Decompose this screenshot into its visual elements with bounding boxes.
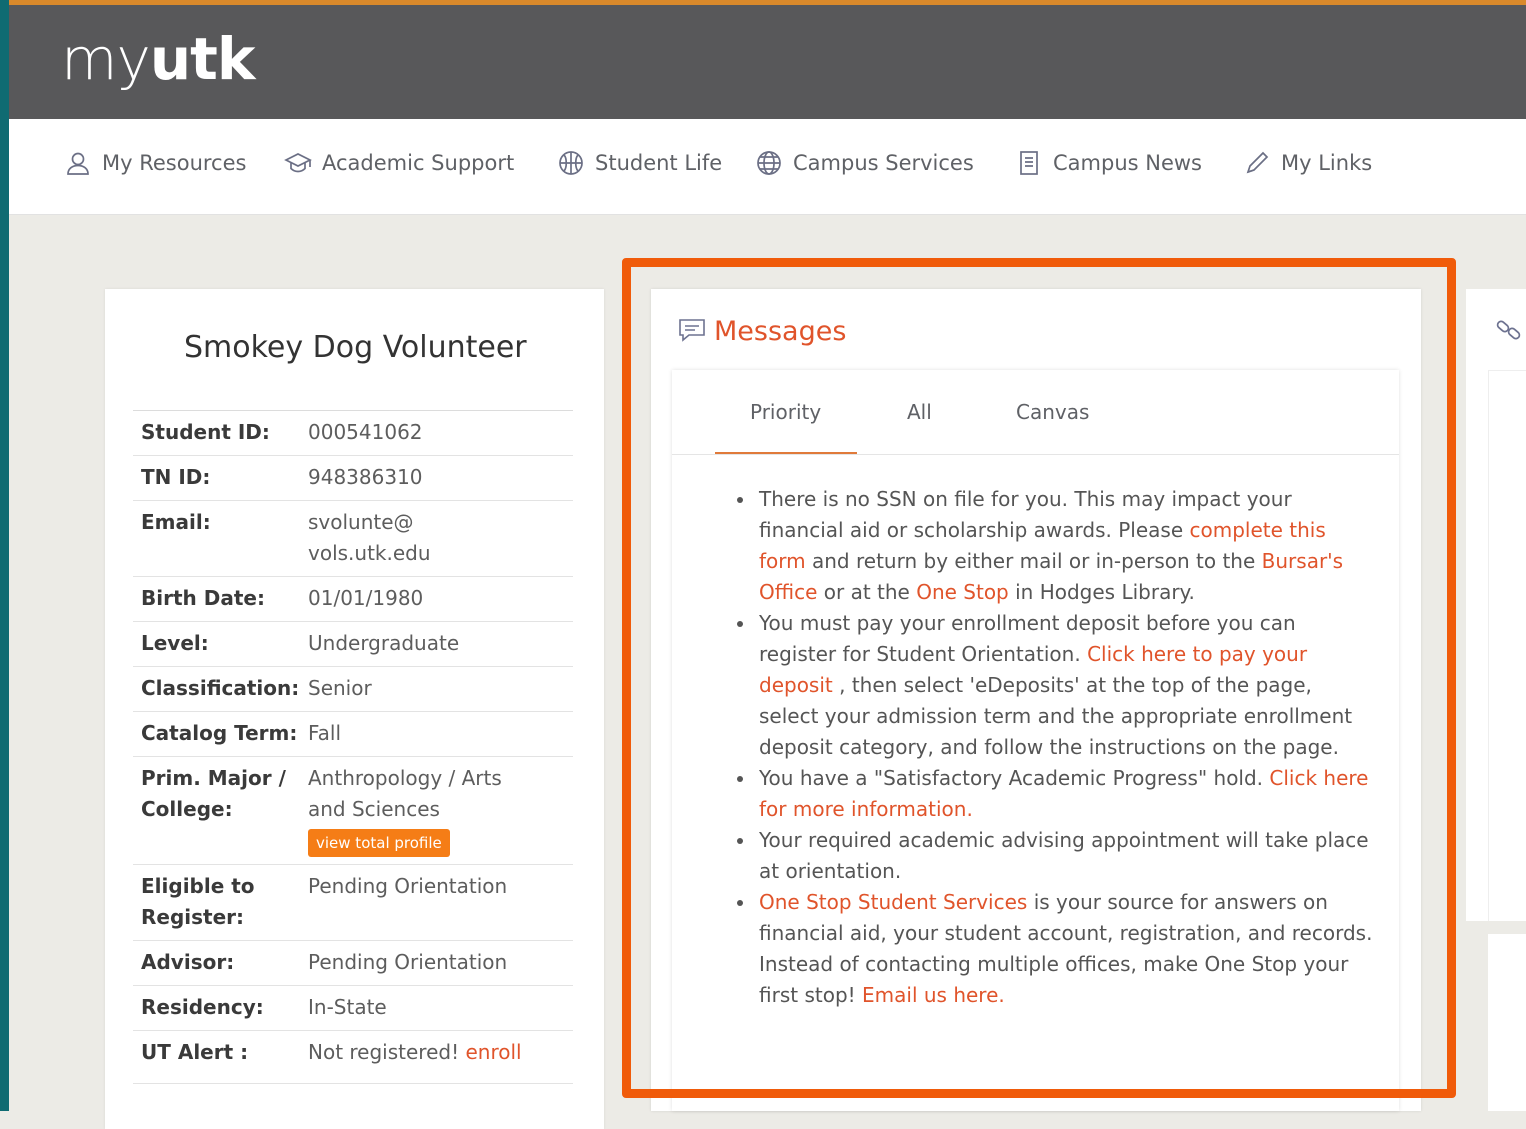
field-label: Prim. Major / College: — [141, 766, 286, 821]
nav-label: Academic Support — [322, 151, 515, 175]
field-value: 948386310 — [308, 465, 423, 489]
nav-label: Campus News — [1053, 151, 1202, 175]
row-tn-id: TN ID: 948386310 — [133, 456, 573, 501]
student-name: Smokey Dog Volunteer — [184, 330, 527, 365]
field-label: Advisor: — [141, 950, 235, 974]
field-value: In-State — [308, 995, 387, 1019]
secondary-card — [1488, 934, 1526, 1111]
row-birth-date: Birth Date: 01/01/1980 — [133, 577, 573, 622]
nav-label: My Links — [1281, 151, 1373, 175]
row-residency: Residency: In-State — [133, 986, 573, 1031]
nav-student-life[interactable]: Student Life — [557, 119, 722, 207]
major-college-value: Anthropology / Arts and Sciences — [308, 766, 502, 821]
row-classification: Classification: Senior — [133, 667, 573, 712]
field-value: Fall — [308, 721, 342, 745]
field-label: Catalog Term: — [141, 721, 298, 745]
field-value: Pending Orientation — [308, 874, 508, 898]
field-label: UT Alert : — [141, 1040, 249, 1064]
nav-campus-services[interactable]: Campus Services — [755, 119, 974, 207]
view-total-profile-button[interactable]: view total profile — [308, 829, 450, 857]
field-value: Senior — [308, 676, 372, 700]
ut-alert-text: Not registered! — [308, 1040, 460, 1064]
row-eligible-to-register: Eligible to Register: Pending Orientatio… — [133, 865, 573, 941]
nav-campus-news[interactable]: Campus News — [1015, 119, 1202, 207]
nav-my-resources[interactable]: My Resources — [64, 119, 246, 207]
nav-label: My Resources — [102, 151, 247, 175]
logo-my: my — [61, 25, 151, 93]
nav-label: Student Life — [595, 151, 723, 175]
main-nav: My Resources Academic Support Student Li… — [9, 119, 1526, 215]
row-ut-alert: UT Alert : Not registered! enroll — [133, 1031, 573, 1084]
nav-label: Campus Services — [793, 151, 974, 175]
row-catalog-term: Catalog Term: Fall — [133, 712, 573, 757]
field-label: Eligible to Register: — [141, 874, 255, 929]
field-value: 01/01/1980 — [308, 586, 424, 610]
row-level: Level: Undergraduate — [133, 622, 573, 667]
row-email: Email: svolunte@ vols.utk.edu — [133, 501, 573, 577]
left-edge-stripe — [0, 0, 9, 1111]
globe-icon — [755, 149, 783, 177]
field-value: Anthropology / Arts and Sciences view to… — [308, 757, 573, 864]
logo-utk: utk — [149, 25, 256, 93]
field-value: Pending Orientation — [308, 950, 508, 974]
field-label: TN ID: — [141, 465, 211, 489]
profile-info-table: Student ID: 000541062 TN ID: 948386310 E… — [133, 410, 573, 1084]
header-bar: myutk — [9, 5, 1526, 119]
row-student-id: Student ID: 000541062 — [133, 411, 573, 456]
field-value: svolunte@ vols.utk.edu — [308, 510, 431, 565]
field-label: Level: — [141, 631, 209, 655]
user-icon — [64, 149, 92, 177]
row-advisor: Advisor: Pending Orientation — [133, 941, 573, 986]
field-value: 000541062 — [308, 420, 423, 444]
row-major-college: Prim. Major / College: Anthropology / Ar… — [133, 757, 573, 865]
document-icon — [1015, 149, 1043, 177]
nav-my-links[interactable]: My Links — [1243, 119, 1372, 207]
field-label: Birth Date: — [141, 586, 265, 610]
graduation-cap-icon — [284, 149, 312, 177]
field-label: Residency: — [141, 995, 264, 1019]
nav-academic-support[interactable]: Academic Support — [284, 119, 514, 207]
field-value: Not registered! enroll — [308, 1031, 573, 1075]
field-value: Undergraduate — [308, 631, 460, 655]
field-label: Student ID: — [141, 420, 270, 444]
link-icon[interactable] — [1494, 315, 1524, 349]
pencil-icon — [1243, 149, 1271, 177]
basketball-icon — [557, 149, 585, 177]
field-label: Email: — [141, 510, 211, 534]
highlight-box — [622, 258, 1456, 1098]
field-label: Classification: — [141, 676, 300, 700]
myutk-logo[interactable]: myutk — [61, 25, 256, 93]
links-card-inner — [1488, 370, 1526, 921]
enroll-link[interactable]: enroll — [465, 1040, 521, 1064]
